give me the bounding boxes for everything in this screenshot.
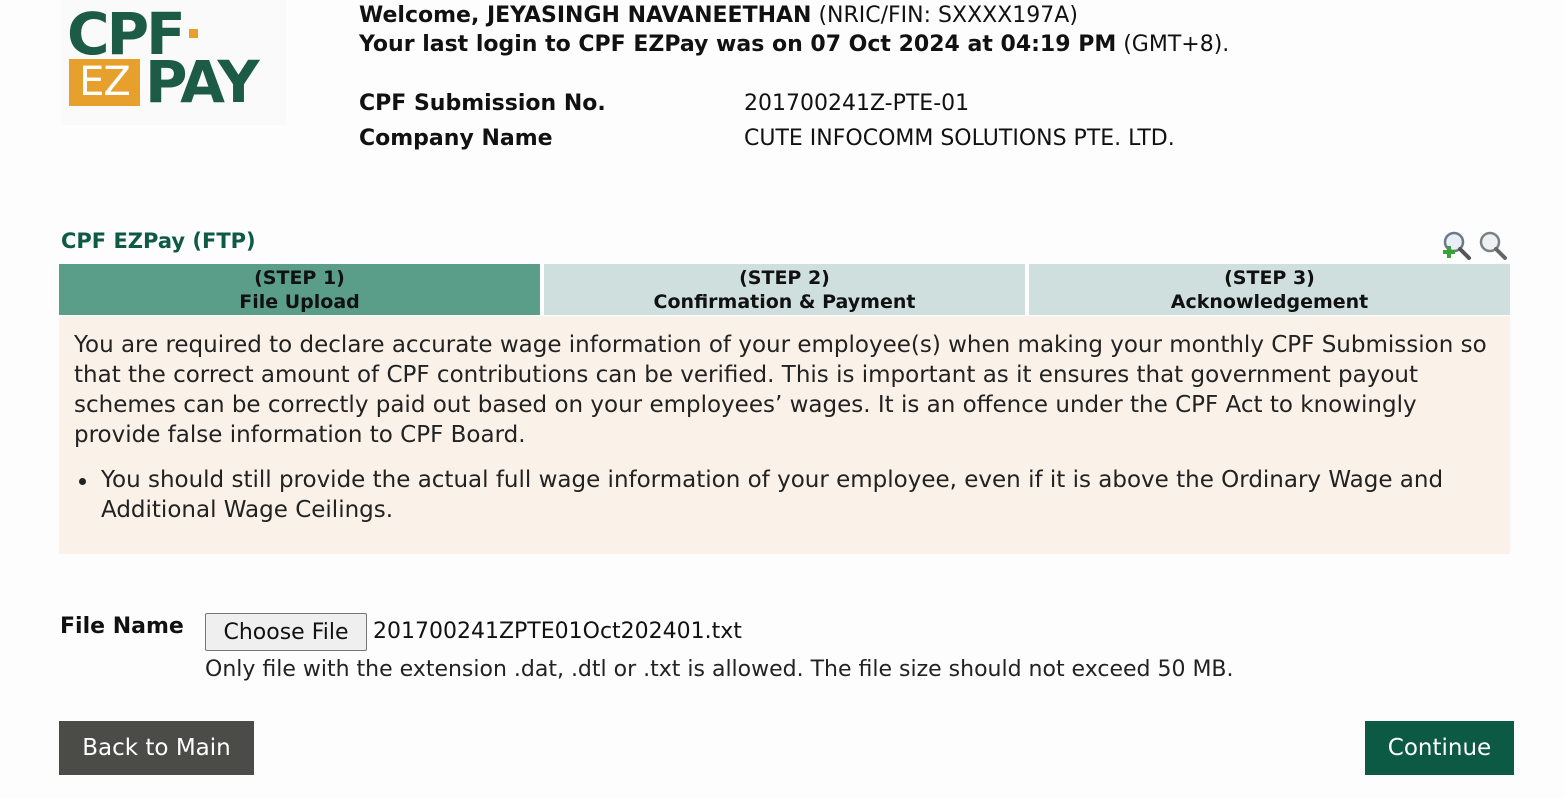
last-login-text: Your last login to CPF EZPay was on 07 O… <box>359 32 1117 57</box>
choose-file-button[interactable]: Choose File <box>205 613 367 651</box>
wage-declaration-notice: You are required to declare accurate wag… <box>59 316 1510 554</box>
welcome-name: Welcome, JEYASINGH NAVANEETHAN <box>359 3 812 28</box>
timezone-text: (GMT+8). <box>1123 32 1230 57</box>
welcome-line: Welcome, JEYASINGH NAVANEETHAN (NRIC/FIN… <box>359 3 1078 28</box>
back-to-main-button[interactable]: Back to Main <box>59 721 254 775</box>
file-upload-hint: Only file with the extension .dat, .dtl … <box>205 657 1234 682</box>
step-1-label: File Upload <box>239 291 360 313</box>
step-2-confirmation-payment: (STEP 2) Confirmation & Payment <box>544 264 1025 315</box>
cpf-ezpay-logo: CPF EZ PAY <box>61 0 286 125</box>
notice-bullet-item: You should still provide the actual full… <box>74 465 1499 525</box>
step-3-acknowledgement: (STEP 3) Acknowledgement <box>1029 264 1510 315</box>
company-name-value: CUTE INFOCOMM SOLUTIONS PTE. LTD. <box>744 126 1175 151</box>
submission-no-label: CPF Submission No. <box>359 91 606 116</box>
nric-text: (NRIC/FIN: SXXXX197A) <box>818 3 1078 28</box>
zoom-out-icon[interactable] <box>1476 230 1510 262</box>
zoom-in-icon[interactable] <box>1440 230 1474 262</box>
step-progress-bar: (STEP 1) File Upload (STEP 2) Confirmati… <box>59 264 1510 315</box>
step-1-file-upload: (STEP 1) File Upload <box>59 264 540 315</box>
company-name-label: Company Name <box>359 126 553 151</box>
submission-no-value: 201700241Z-PTE-01 <box>744 91 970 116</box>
notice-paragraph: You are required to declare accurate wag… <box>74 332 1487 448</box>
step-3-label: Acknowledgement <box>1170 291 1369 313</box>
file-name-label: File Name <box>60 614 184 639</box>
step-2-label: Confirmation & Payment <box>653 291 916 313</box>
step-1-number: (STEP 1) <box>254 267 345 289</box>
step-2-number: (STEP 2) <box>739 267 830 289</box>
last-login-line: Your last login to CPF EZPay was on 07 O… <box>359 32 1229 57</box>
logo-pay-text: PAY <box>145 48 260 116</box>
continue-button[interactable]: Continue <box>1365 721 1514 775</box>
logo-dot <box>189 29 198 38</box>
selected-file-name: 201700241ZPTE01Oct202401.txt <box>373 619 742 644</box>
step-3-number: (STEP 3) <box>1224 267 1315 289</box>
logo-ez-text: EZ <box>69 59 140 106</box>
section-title: CPF EZPay (FTP) <box>61 229 256 253</box>
notice-bullet-list: You should still provide the actual full… <box>74 465 1499 525</box>
